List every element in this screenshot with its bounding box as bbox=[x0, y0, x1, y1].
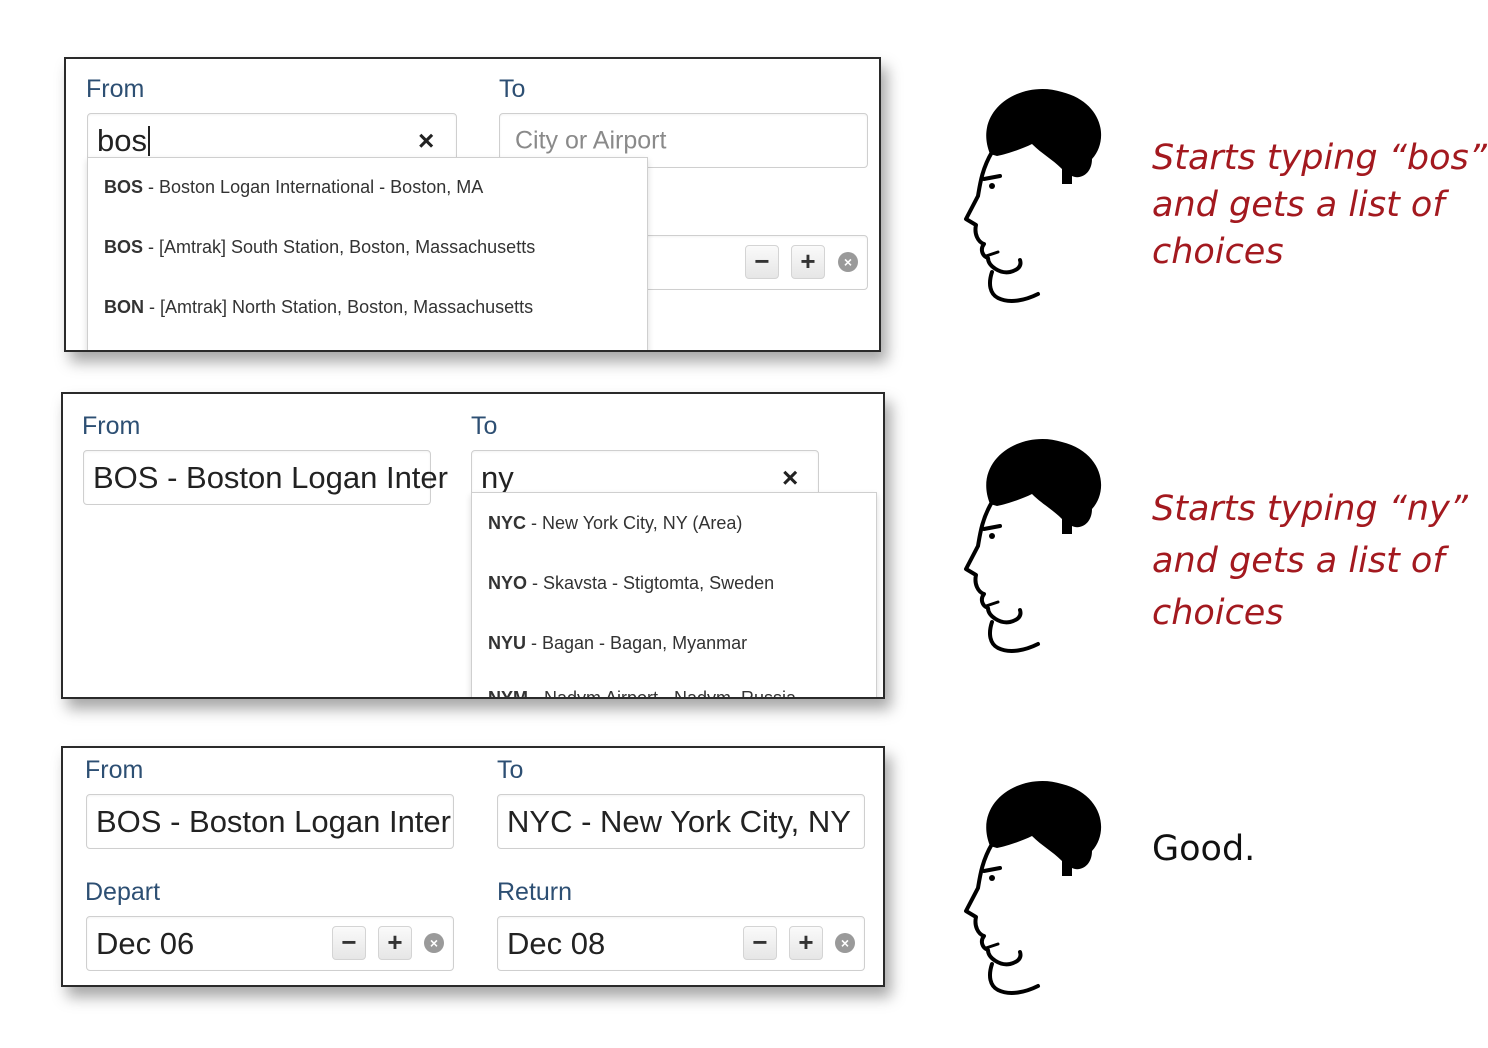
plus-icon[interactable]: + bbox=[791, 245, 825, 279]
circle-x-icon[interactable]: × bbox=[835, 933, 855, 953]
from-input-value: BOS - Boston Logan Inter bbox=[93, 459, 448, 495]
suggestion-item[interactable]: BON - [Amtrak] North Station, Boston, Ma… bbox=[104, 297, 533, 318]
depart-field[interactable]: Dec 06 − + × bbox=[86, 916, 454, 971]
to-suggestions: NYC - New York City, NY (Area) NYO - Ska… bbox=[471, 492, 877, 697]
from-input-value: bos bbox=[97, 123, 150, 159]
depart-label: Depart bbox=[85, 878, 161, 906]
depart-value: Dec 06 bbox=[96, 925, 195, 961]
from-label: From bbox=[86, 75, 145, 103]
caption-step-2: Starts typing “ny” and gets a list of ch… bbox=[1152, 489, 1468, 633]
caption-step-1: Starts typing “bos” and gets a list of c… bbox=[1152, 138, 1487, 272]
suggestion-item[interactable]: BOS - [Amtrak] South Station, Boston, Ma… bbox=[104, 237, 535, 258]
panel-step-1: From To bos × City or Airport − + × BOS … bbox=[64, 57, 881, 352]
minus-icon[interactable]: − bbox=[743, 926, 777, 960]
suggestion-item[interactable]: BOS - Boston Logan International - Bosto… bbox=[104, 177, 483, 198]
from-label: From bbox=[85, 756, 144, 784]
return-value: Dec 08 bbox=[507, 925, 606, 961]
to-label: To bbox=[471, 412, 498, 440]
to-input-placeholder: City or Airport bbox=[515, 126, 667, 154]
suggestion-item[interactable]: NYO - Skavsta - Stigtomta, Sweden bbox=[488, 573, 774, 594]
return-field[interactable]: Dec 08 − + × bbox=[497, 916, 865, 971]
close-icon[interactable]: × bbox=[782, 462, 798, 494]
return-label: Return bbox=[497, 878, 573, 906]
from-input[interactable]: BOS - Boston Logan Inter bbox=[86, 794, 454, 849]
panel-step-3: From To BOS - Boston Logan Inter NYC - N… bbox=[61, 746, 885, 987]
minus-icon[interactable]: − bbox=[745, 245, 779, 279]
text-caret bbox=[147, 125, 150, 156]
minus-icon[interactable]: − bbox=[332, 926, 366, 960]
to-input-value: NYC - New York City, NY bbox=[507, 803, 851, 839]
from-input[interactable]: BOS - Boston Logan Inter bbox=[83, 450, 448, 505]
to-label: To bbox=[497, 756, 524, 784]
person-profile-icon bbox=[964, 436, 1102, 653]
plus-icon[interactable]: + bbox=[378, 926, 412, 960]
to-input-value: ny bbox=[481, 459, 514, 495]
person-profile-icon bbox=[964, 778, 1102, 995]
plus-icon[interactable]: + bbox=[789, 926, 823, 960]
suggestion-item[interactable]: NYC - New York City, NY (Area) bbox=[488, 513, 742, 534]
caption-step-3: Good. bbox=[1152, 829, 1256, 869]
from-suggestions: BOS - Boston Logan International - Bosto… bbox=[87, 157, 648, 350]
suggestion-item[interactable]: NYU - Bagan - Bagan, Myanmar bbox=[488, 633, 747, 654]
panel-step-2: From To BOS - Boston Logan Inter ny × NY… bbox=[61, 392, 885, 699]
close-icon[interactable]: × bbox=[418, 125, 434, 157]
to-label: To bbox=[499, 75, 526, 103]
circle-x-icon[interactable]: × bbox=[424, 933, 444, 953]
to-input[interactable]: NYC - New York City, NY bbox=[497, 794, 865, 849]
from-label: From bbox=[82, 412, 141, 440]
suggestion-item[interactable]: NYM - Nadym Airport - Nadym, Russia bbox=[488, 688, 796, 697]
circle-x-icon[interactable]: × bbox=[838, 252, 858, 272]
person-profile-icon bbox=[964, 86, 1102, 303]
from-input-value: BOS - Boston Logan Inter bbox=[96, 803, 451, 839]
